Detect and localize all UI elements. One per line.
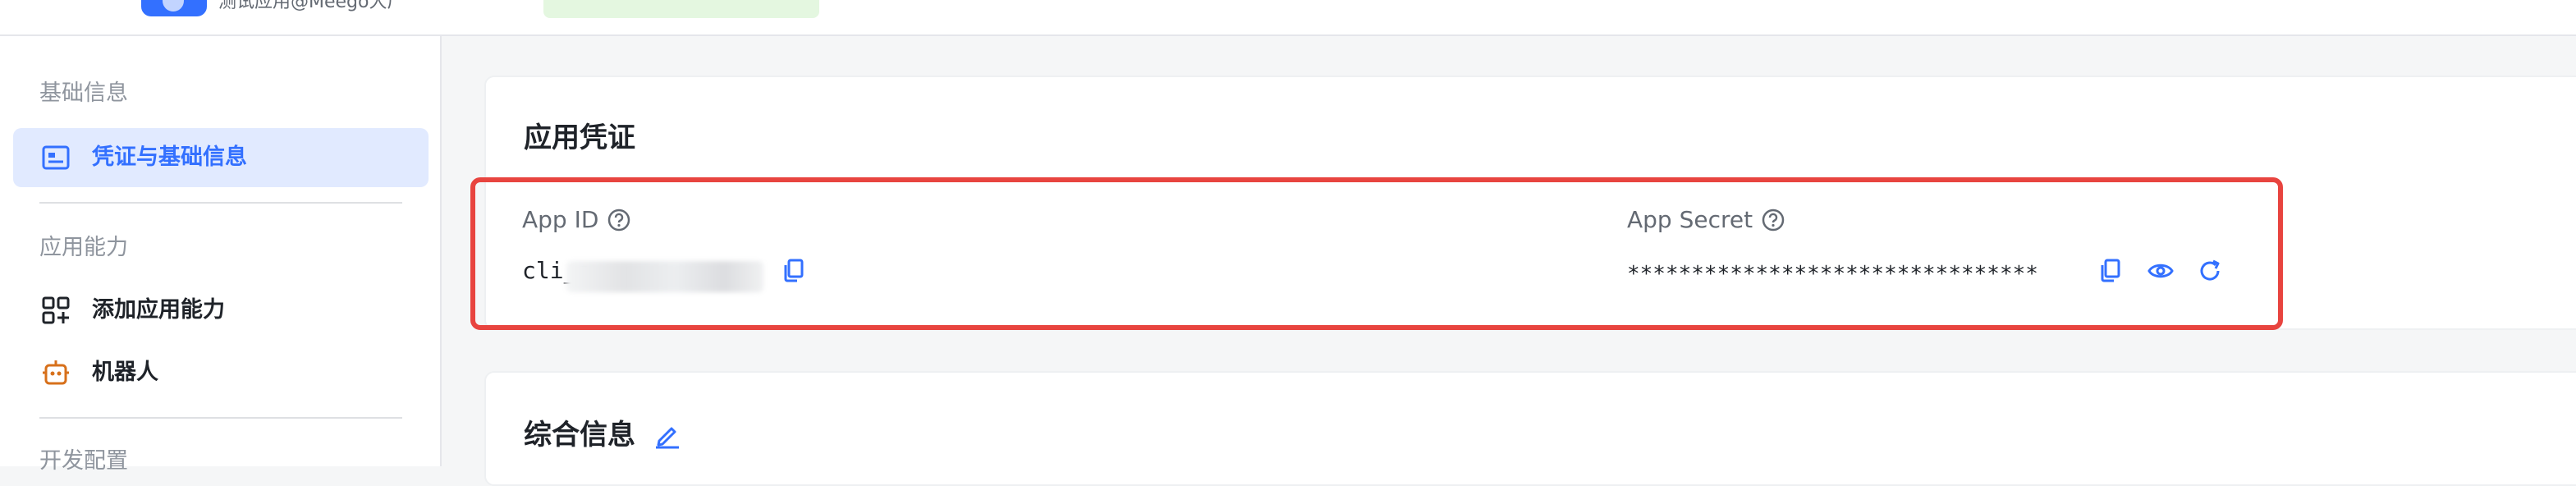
- credential-card-icon: [39, 141, 72, 174]
- app-logo: [141, 0, 207, 16]
- general-info-card: 综合信息: [484, 371, 2576, 486]
- sidebar-item-label: 凭证与基础信息: [92, 144, 247, 170]
- sidebar-item-robot[interactable]: 机器人: [13, 343, 429, 402]
- status-tag: [543, 0, 819, 18]
- general-info-title: 综合信息: [524, 419, 635, 452]
- general-info-header: 综合信息: [524, 417, 681, 453]
- highlight-frame: [470, 177, 2283, 330]
- sidebar-item-label: 机器人: [92, 360, 158, 385]
- sidebar-item-add-capability[interactable]: 添加应用能力: [13, 281, 429, 340]
- top-bar: 测试应用@Meego大厂: [0, 0, 2576, 36]
- add-capability-icon: [39, 294, 72, 327]
- edit-icon[interactable]: [653, 421, 681, 449]
- sidebar-item-credentials[interactable]: 凭证与基础信息: [13, 128, 429, 187]
- sidebar-group-title-capabilities: 应用能力: [39, 235, 128, 260]
- sidebar-group-title-dev-config: 开发配置: [39, 448, 128, 474]
- sidebar-item-label: 添加应用能力: [92, 297, 225, 323]
- robot-icon: [39, 356, 72, 389]
- app-name: 测试应用@Meego大厂: [218, 0, 406, 12]
- credentials-title: 应用凭证: [524, 122, 635, 154]
- sidebar-divider: [39, 417, 402, 419]
- sidebar-divider: [39, 202, 402, 204]
- sidebar-group-title-basic-info: 基础信息: [39, 80, 128, 106]
